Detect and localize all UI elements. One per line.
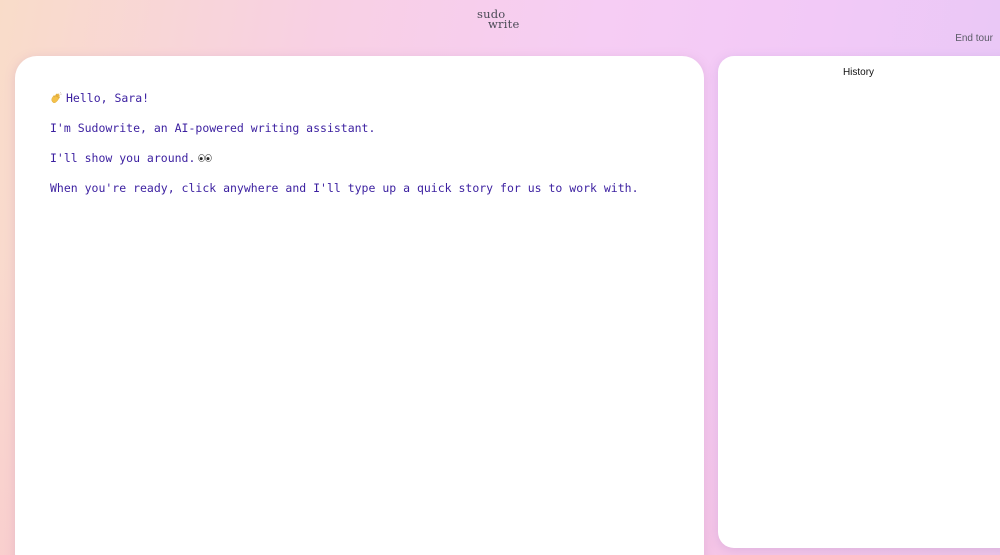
tour-line-text: I'll show you around. bbox=[50, 151, 196, 165]
intro-line: I'm Sudowrite, an AI-powered writing ass… bbox=[50, 121, 376, 135]
greeting-line: Hello, Sara! bbox=[50, 90, 639, 107]
greeting-text: Hello, Sara! bbox=[66, 91, 150, 105]
eyes-icon bbox=[198, 154, 213, 162]
sudowrite-logo[interactable]: sudo write bbox=[474, 8, 526, 30]
prompt-line: When you're ready, click anywhere and I'… bbox=[50, 181, 639, 195]
history-panel: History bbox=[718, 56, 1000, 548]
editor-content[interactable]: Hello, Sara! I'm Sudowrite, an AI-powere… bbox=[50, 90, 639, 210]
editor-panel[interactable]: Hello, Sara! I'm Sudowrite, an AI-powere… bbox=[15, 56, 704, 555]
history-title: History bbox=[842, 67, 875, 78]
end-tour-button[interactable]: End tour bbox=[955, 33, 993, 44]
waving-hand-icon bbox=[51, 92, 62, 103]
tour-line: I'll show you around. bbox=[50, 150, 639, 167]
